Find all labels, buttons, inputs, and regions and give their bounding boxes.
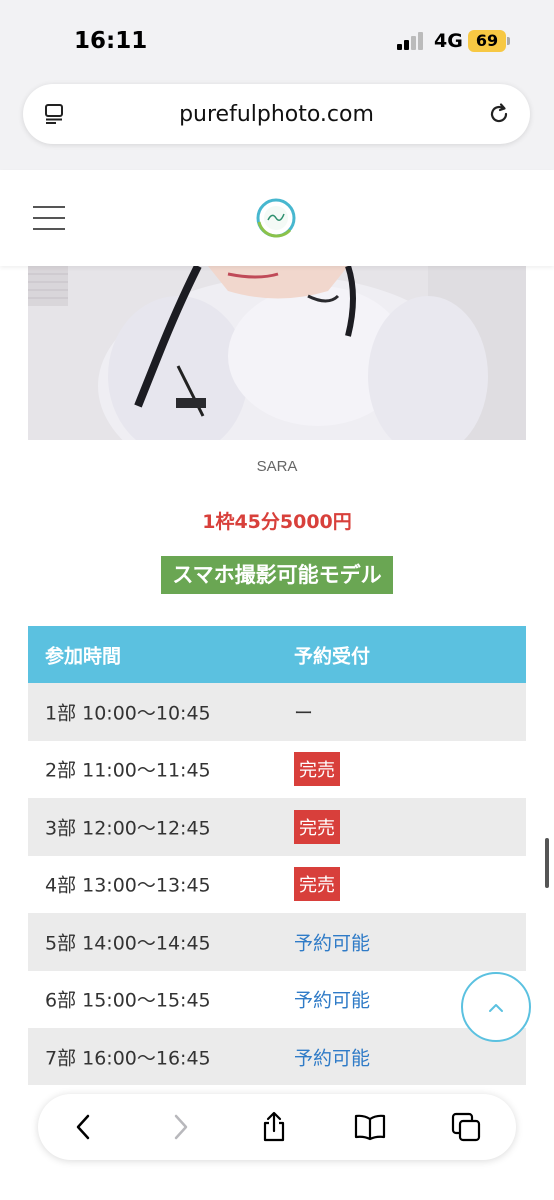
status-bar: 16:11 4G 69 <box>0 0 554 80</box>
bookmarks-icon[interactable] <box>354 1111 386 1143</box>
soldout-badge: 完売 <box>294 809 340 844</box>
session-time: 5部 14:00〜14:45 <box>45 932 211 955</box>
tabs-overview-icon[interactable] <box>450 1111 482 1143</box>
scroll-top-button[interactable] <box>461 972 531 1042</box>
header-status: 予約受付 <box>294 645 371 667</box>
table-row: 3部 12:00〜12:45 完売 <box>28 798 526 856</box>
scrollbar[interactable] <box>545 838 549 888</box>
browser-toolbar <box>38 1094 516 1160</box>
menu-icon[interactable] <box>33 206 65 230</box>
url-text[interactable]: purefulphoto.com <box>23 102 530 127</box>
session-time: 3部 12:00〜12:45 <box>45 817 211 840</box>
clock: 16:11 <box>74 28 148 54</box>
table-row: 6部 15:00〜15:45 予約可能 <box>28 970 526 1028</box>
table-header: 参加時間 予約受付 <box>28 626 526 683</box>
table-row: 5部 14:00〜14:45 予約可能 <box>28 913 526 971</box>
session-time: 4部 13:00〜13:45 <box>45 874 211 897</box>
model-name: SARA <box>256 458 298 475</box>
session-time: 1部 10:00〜10:45 <box>45 702 211 725</box>
address-bar[interactable]: purefulphoto.com <box>23 84 530 144</box>
header-time: 参加時間 <box>45 645 122 667</box>
price-label: 1枠45分5000円 <box>202 511 352 533</box>
soldout-badge: 完売 <box>294 867 340 902</box>
network-label: 4G <box>434 30 463 52</box>
site-header <box>0 170 554 266</box>
table-row: 7部 16:00〜16:45 予約可能 <box>28 1028 526 1086</box>
back-icon[interactable] <box>68 1111 100 1143</box>
reserve-link[interactable]: 予約可能 <box>294 1043 370 1070</box>
battery-tip <box>507 37 510 45</box>
session-time: 2部 11:00〜11:45 <box>45 759 211 782</box>
table-row: 2部 11:00〜11:45 完売 <box>28 740 526 798</box>
reload-icon[interactable] <box>486 101 512 127</box>
chevron-up-icon <box>489 1004 503 1012</box>
schedule-table: 参加時間 予約受付 1部 10:00〜10:45 ー 2部 11:00〜11:45 完… <box>28 626 526 1086</box>
session-time: 6部 15:00〜15:45 <box>45 989 211 1012</box>
battery-icon: 69 <box>468 30 506 52</box>
reserve-link[interactable]: 予約可能 <box>294 986 370 1013</box>
model-photo <box>28 266 526 440</box>
site-logo[interactable] <box>242 184 310 252</box>
table-row: 1部 10:00〜10:45 ー <box>28 683 526 741</box>
logo-mark <box>256 198 296 238</box>
soldout-badge: 完売 <box>294 752 340 787</box>
forward-icon[interactable] <box>164 1111 196 1143</box>
session-time: 7部 16:00〜16:45 <box>45 1047 211 1070</box>
table-row: 4部 13:00〜13:45 完売 <box>28 855 526 913</box>
reserve-link[interactable]: 予約可能 <box>294 928 370 955</box>
signal-icon <box>397 32 427 50</box>
smartphone-ok-badge: スマホ撮影可能モデル <box>161 556 393 594</box>
share-icon[interactable] <box>258 1111 290 1143</box>
status-none: ー <box>294 702 314 725</box>
